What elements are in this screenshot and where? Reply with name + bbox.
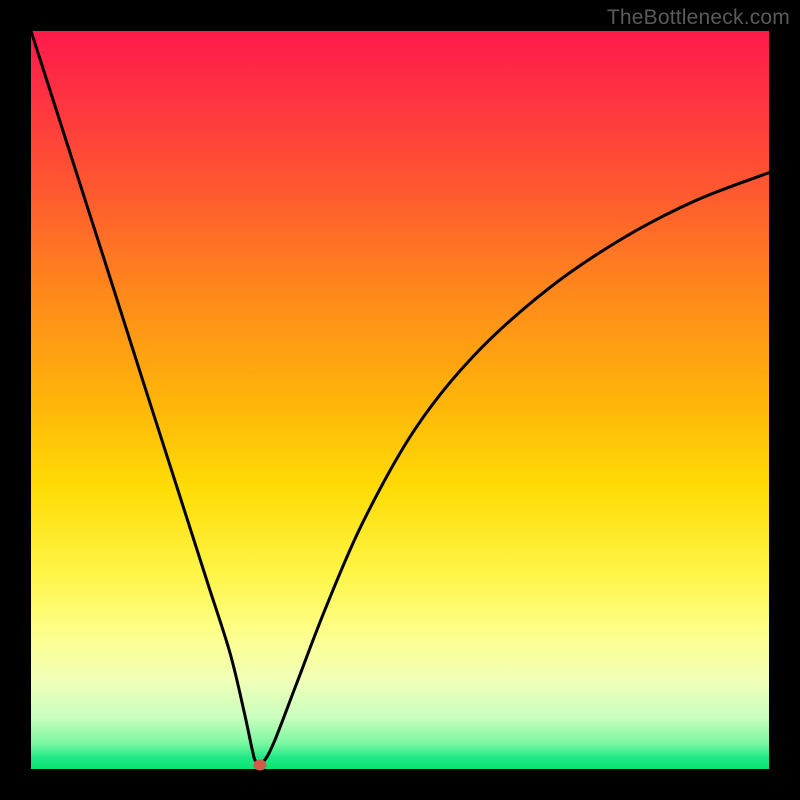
chart-plot-area [31,31,769,769]
watermark-text: TheBottleneck.com [607,6,790,30]
chart-frame: TheBottleneck.com [0,0,800,800]
chart-curve [31,31,769,769]
chart-marker-dot [253,759,266,770]
